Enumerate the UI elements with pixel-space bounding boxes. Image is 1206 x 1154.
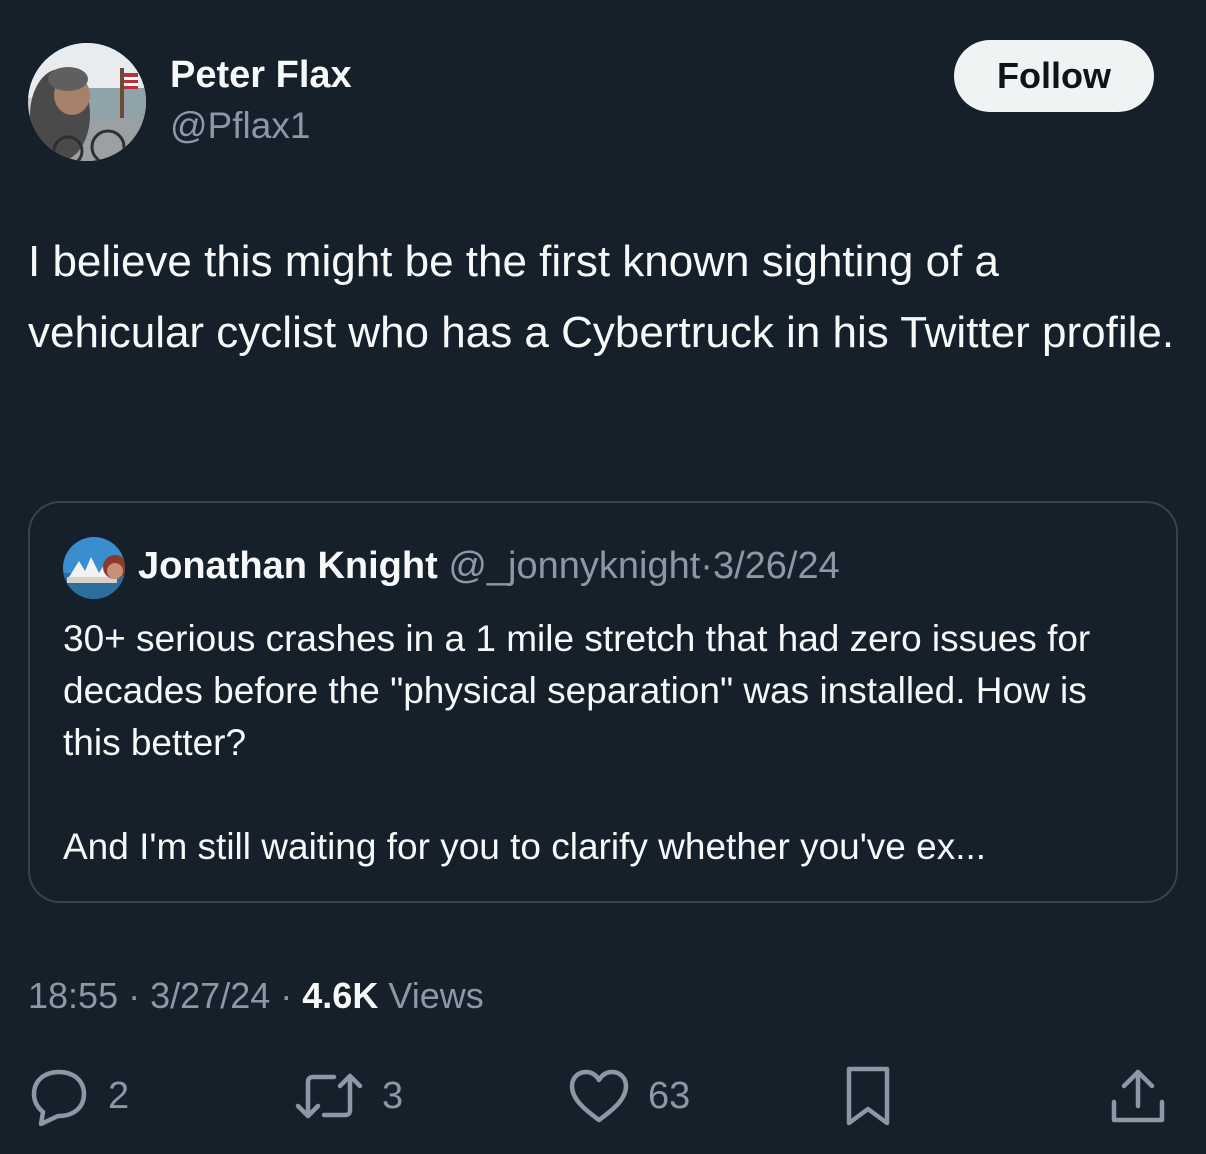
tweet-meta: 18:55 · 3/27/24 · 4.6K Views	[28, 975, 484, 1017]
separator-dot: ·	[280, 975, 293, 1016]
quoted-text-paragraph: 30+ serious crashes in a 1 mile stretch …	[63, 618, 1091, 763]
share-button[interactable]	[1110, 1062, 1166, 1130]
quoted-text-paragraph: And I'm still waiting for you to clarify…	[63, 826, 987, 867]
repost-button[interactable]: 3	[294, 1062, 403, 1130]
separator-dot: ·	[700, 545, 713, 587]
quoted-date: 3/26/24	[712, 545, 840, 587]
heart-icon	[568, 1068, 630, 1124]
reply-icon	[28, 1066, 90, 1126]
views-count: 4.6K	[302, 975, 379, 1016]
views-label: Views	[388, 975, 484, 1016]
author-name[interactable]: Peter Flax	[170, 54, 352, 97]
quoted-author-avatar[interactable]	[63, 537, 125, 599]
like-count: 63	[648, 1074, 691, 1117]
tweet-date[interactable]: 3/27/24	[150, 975, 270, 1016]
share-icon	[1110, 1066, 1166, 1126]
like-button[interactable]: 63	[568, 1062, 690, 1130]
reply-button[interactable]: 2	[28, 1062, 129, 1130]
bookmark-button[interactable]	[843, 1062, 893, 1130]
author-avatar[interactable]	[28, 43, 146, 161]
quoted-tweet[interactable]: Jonathan Knight @_jonnyknight·3/26/24 30…	[28, 501, 1178, 903]
reply-count: 2	[108, 1074, 130, 1117]
quoted-tweet-header: Jonathan Knight @_jonnyknight·3/26/24	[138, 545, 840, 588]
separator-dot: ·	[128, 975, 141, 1016]
quoted-author-handle[interactable]: @_jonnyknight	[448, 545, 700, 587]
repost-count: 3	[382, 1074, 404, 1117]
quoted-author-name[interactable]: Jonathan Knight	[138, 545, 438, 587]
tweet: Peter Flax @Pflax1 Follow I believe this…	[0, 0, 1206, 1154]
quoted-tweet-text: 30+ serious crashes in a 1 mile stretch …	[63, 613, 1153, 873]
author-handle[interactable]: @Pflax1	[170, 105, 310, 147]
repost-icon	[294, 1068, 364, 1124]
tweet-text: I believe this might be the first known …	[28, 237, 1175, 357]
follow-button[interactable]: Follow	[954, 40, 1154, 112]
tweet-time[interactable]: 18:55	[28, 975, 118, 1016]
bookmark-icon	[843, 1065, 893, 1127]
